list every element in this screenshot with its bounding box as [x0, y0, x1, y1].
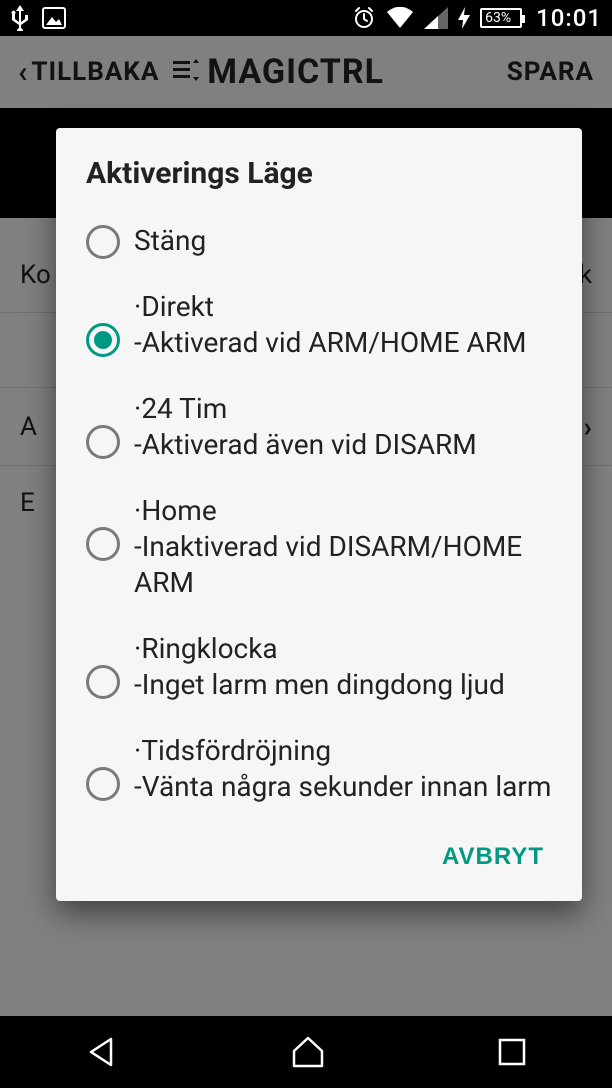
option-delay[interactable]: ·Tidsfördröjning -Vänta några sekunder i… — [86, 723, 554, 825]
option-24tim[interactable]: ·24 Tim -Aktiverad även vid DISARM — [86, 381, 554, 483]
picture-icon — [42, 7, 66, 29]
battery-indicator: 63% — [480, 8, 522, 28]
radio-icon — [86, 767, 120, 801]
cancel-button[interactable]: AVBRYT — [442, 843, 544, 871]
radio-icon — [86, 665, 120, 699]
activation-mode-dialog: Aktiverings Läge Stäng ·Direkt -Aktivera… — [56, 128, 582, 901]
radio-icon — [86, 225, 120, 259]
cellular-icon — [424, 7, 448, 29]
charging-icon — [458, 7, 470, 29]
radio-icon-selected — [86, 323, 120, 357]
battery-percent: 63% — [485, 10, 511, 26]
status-clock: 10:01 — [536, 4, 602, 32]
nav-back-button[interactable] — [85, 1035, 119, 1069]
alarm-icon — [352, 6, 376, 30]
usb-icon — [10, 5, 30, 31]
radio-icon — [86, 425, 120, 459]
wifi-icon — [386, 7, 414, 29]
radio-icon — [86, 527, 120, 561]
status-bar: 63% 10:01 — [0, 0, 612, 36]
navigation-bar — [0, 1016, 612, 1088]
option-ringklocka[interactable]: ·Ringklocka -Inget larm men dingdong lju… — [86, 621, 554, 723]
option-home[interactable]: ·Home -Inaktiverad vid DISARM/HOME ARM — [86, 483, 554, 621]
option-close[interactable]: Stäng — [86, 213, 554, 279]
option-direct[interactable]: ·Direkt -Aktiverad vid ARM/HOME ARM — [86, 279, 554, 381]
dialog-title: Aktiverings Läge — [86, 156, 554, 191]
nav-recent-button[interactable] — [497, 1037, 527, 1067]
nav-home-button[interactable] — [290, 1035, 326, 1069]
